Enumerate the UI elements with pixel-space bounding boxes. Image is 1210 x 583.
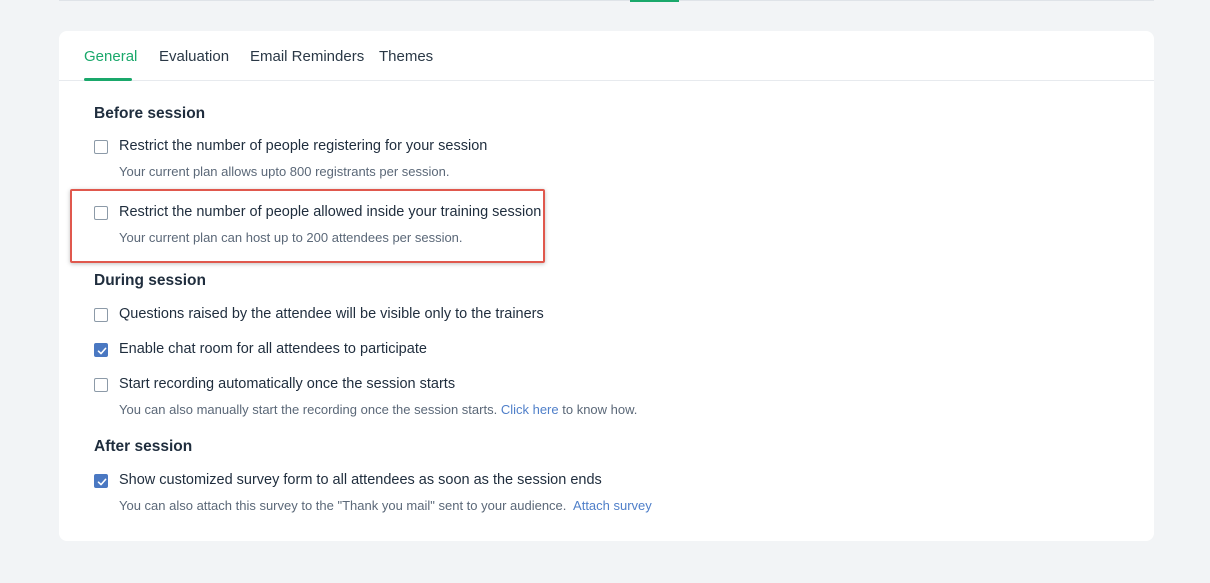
- highlight-box: [70, 189, 545, 263]
- auto-recording-help-suffix: to know how.: [562, 402, 638, 417]
- restrict-attendees-help: Your current plan can host up to 200 att…: [119, 230, 463, 245]
- questions-visibility-label: Questions raised by the attendee will be…: [119, 306, 544, 322]
- settings-card: General Evaluation Email Reminders Theme…: [59, 31, 1154, 541]
- restrict-registrants-label: Restrict the number of people registerin…: [119, 138, 488, 154]
- top-divider: [59, 0, 1154, 1]
- tab-general[interactable]: General: [84, 48, 137, 65]
- after-session-heading: After session: [94, 438, 193, 455]
- click-here-link[interactable]: Click here: [501, 402, 559, 417]
- before-session-heading: Before session: [94, 105, 206, 122]
- settings-tabs: General Evaluation Email Reminders Theme…: [59, 31, 1154, 81]
- top-active-indicator: [630, 0, 679, 2]
- restrict-attendees-label: Restrict the number of people allowed in…: [119, 204, 542, 220]
- checkmark-icon: [97, 478, 107, 486]
- auto-recording-label: Start recording automatically once the s…: [119, 376, 456, 392]
- survey-form-checkbox[interactable]: [94, 474, 108, 488]
- survey-form-help: You can also attach this survey to the "…: [119, 498, 652, 513]
- restrict-registrants-checkbox[interactable]: [94, 140, 108, 154]
- survey-form-label: Show customized survey form to all atten…: [119, 472, 602, 488]
- survey-form-help-text: You can also attach this survey to the "…: [119, 498, 567, 513]
- chat-room-checkbox[interactable]: [94, 343, 108, 357]
- auto-recording-checkbox[interactable]: [94, 378, 108, 392]
- tab-evaluation[interactable]: Evaluation: [159, 48, 229, 65]
- auto-recording-help-text: You can also manually start the recordin…: [119, 402, 498, 417]
- chat-room-label: Enable chat room for all attendees to pa…: [119, 341, 427, 357]
- restrict-attendees-checkbox[interactable]: [94, 206, 108, 220]
- during-session-heading: During session: [94, 272, 206, 289]
- auto-recording-help: You can also manually start the recordin…: [119, 402, 637, 417]
- restrict-registrants-help: Your current plan allows upto 800 regist…: [119, 164, 450, 179]
- active-tab-indicator: [84, 78, 132, 81]
- tab-email-reminders[interactable]: Email Reminders: [250, 48, 364, 65]
- tab-themes[interactable]: Themes: [379, 48, 433, 65]
- checkmark-icon: [97, 347, 107, 355]
- questions-visibility-checkbox[interactable]: [94, 308, 108, 322]
- attach-survey-link[interactable]: Attach survey: [573, 498, 652, 513]
